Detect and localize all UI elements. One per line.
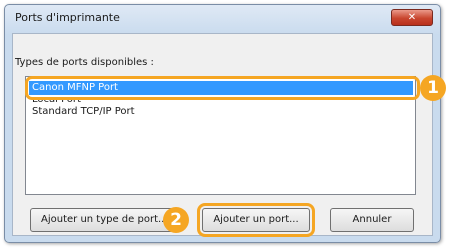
step-1-callout: 1 <box>420 75 446 101</box>
cancel-button[interactable]: Annuler <box>330 208 414 232</box>
close-icon: ✕ <box>407 12 417 23</box>
step-2-callout: 2 <box>163 207 189 233</box>
dialog-title: Ports d'imprimante <box>15 11 120 24</box>
selection-highlight-ring <box>25 76 420 100</box>
available-port-types-label: Types de ports disponibles : <box>15 57 154 68</box>
add-port-highlight-ring <box>197 203 315 237</box>
close-button[interactable]: ✕ <box>391 9 433 26</box>
list-item-standard-tcp-ip-port[interactable]: Standard TCP/IP Port <box>29 105 413 119</box>
add-port-type-button[interactable]: Ajouter un type de port... <box>30 208 180 232</box>
